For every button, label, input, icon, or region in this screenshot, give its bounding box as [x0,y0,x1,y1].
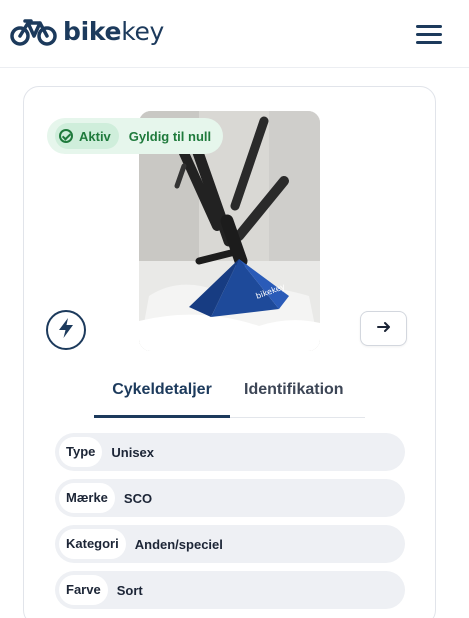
validity-label: Gyldig til null [128,128,212,144]
detail-key: Type [59,437,103,467]
active-pill: Aktiv [55,123,119,149]
detail-value: Sort [116,582,143,598]
active-label: Aktiv [79,128,111,144]
tab-cykeldetaljer[interactable]: Cykeldetaljer [94,372,230,418]
lightning-bolt-icon [57,317,75,344]
detail-key: Farve [59,575,108,605]
bikekey-logo[interactable]: bikekey [10,14,164,50]
detail-value: Unisex [111,444,155,460]
status-badge: Aktiv Gyldig til null [47,118,224,154]
app-header: bikekey [0,0,469,68]
arrow-right-icon [376,320,391,338]
detail-key: Kategori [59,529,126,559]
detail-row-type: Type Unisex [55,433,405,471]
hamburger-menu-button[interactable] [412,19,446,49]
hamburger-icon [416,24,442,28]
bicycle-icon [10,17,58,47]
detail-row-color: Farve Sort [55,571,405,609]
detail-key: Mærke [59,483,115,513]
lightning-bolt-button[interactable] [46,310,86,350]
detail-value: SCO [123,490,153,506]
detail-tabs: Cykeldetaljer Identifikation [94,372,365,418]
logo-wordmark: bikekey [63,17,165,46]
tab-identifikation[interactable]: Identifikation [244,372,365,418]
next-image-button[interactable] [360,311,407,346]
check-circle-icon [59,129,73,143]
detail-row-brand: Mærke SCO [55,479,405,517]
detail-row-category: Kategori Anden/speciel [55,525,405,563]
details-list: Type Unisex Mærke SCO Kategori Anden/spe… [55,433,405,617]
detail-value: Anden/speciel [134,536,223,552]
